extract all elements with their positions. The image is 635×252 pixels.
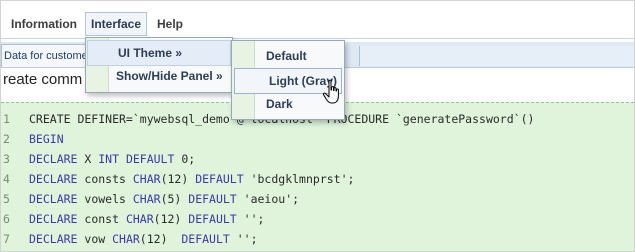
menu-bar: Information Interface Help — [1, 1, 634, 38]
code-editor[interactable]: 1 CREATE DEFINER=`mywebsql_demo`@`localho… — [1, 102, 634, 251]
line-number: 6 — [3, 212, 10, 226]
sql-keyword: BEGIN — [29, 132, 64, 146]
menu-help[interactable]: Help — [153, 13, 187, 35]
sql-text: (5) — [160, 192, 189, 206]
menu-item-label: Dark — [266, 97, 293, 111]
menu-item-label: Show/Hide Panel » — [116, 69, 223, 83]
sql-keyword: CHAR — [112, 232, 140, 246]
line-number: 3 — [3, 152, 10, 166]
sql-text: 'bcdgklmnprst'; — [243, 172, 355, 186]
sql-text: 0; — [174, 152, 196, 166]
sql-keyword: DECLARE — [29, 152, 78, 166]
sql-text: consts — [77, 172, 133, 186]
sql-text: vow — [77, 232, 113, 246]
app-window: Information Interface Help Data for cust… — [0, 0, 635, 252]
sql-text: 'aeiou'; — [236, 192, 300, 206]
sql-keyword: CHAR — [125, 212, 154, 226]
code-line: 7 DECLARE vow CHAR(12) DEFAULT ''; — [1, 229, 258, 249]
line-number: 5 — [3, 192, 10, 206]
code-line: 6 DECLARE const CHAR(12) DEFAULT ''; — [1, 209, 264, 229]
sql-text: X — [77, 152, 99, 166]
sql-keyword: DEFAULT — [188, 212, 237, 226]
menu-interface[interactable]: Interface — [85, 12, 148, 36]
interface-dropdown-menu: UI Theme » Show/Hide Panel » — [85, 37, 233, 93]
sql-keyword: INT DEFAULT — [98, 152, 175, 166]
menu-item-show-hide-panel[interactable]: Show/Hide Panel » — [86, 64, 230, 88]
line-number: 2 — [3, 132, 10, 146]
sql-keyword: DECLARE — [29, 192, 78, 206]
hand-pointer-icon — [322, 79, 339, 104]
menu-information[interactable]: Information — [7, 13, 81, 35]
sql-keyword: DECLARE — [29, 212, 78, 226]
menu-item-theme-default[interactable]: Default — [232, 44, 342, 68]
sql-text: vowels — [77, 192, 133, 206]
page-heading: reate comm — [3, 71, 83, 88]
menu-item-ui-theme[interactable]: UI Theme » — [87, 40, 231, 66]
code-line: 2 BEGIN — [1, 129, 64, 149]
code-line: 3 DECLARE X INT DEFAULT 0; — [1, 149, 195, 169]
sql-keyword: DECLARE — [29, 172, 78, 186]
tab-data-for-customer[interactable]: Data for customer — [1, 44, 99, 67]
menu-item-label: UI Theme » — [118, 46, 183, 60]
sql-keyword: CHAR — [132, 192, 161, 206]
line-number: 7 — [3, 232, 10, 246]
line-number: 4 — [3, 172, 10, 186]
tab-strip-filler — [359, 46, 634, 66]
line-number: 1 — [3, 112, 10, 126]
sql-text: (12) — [139, 232, 182, 246]
sql-keyword: DEFAULT — [188, 192, 237, 206]
sql-keyword: DEFAULT — [181, 232, 230, 246]
sql-text: const — [77, 212, 126, 226]
sql-keyword: DEFAULT — [195, 172, 244, 186]
sql-keyword: DECLARE — [29, 232, 78, 246]
sql-text: ''; — [229, 232, 258, 246]
sql-keyword: CHAR — [132, 172, 161, 186]
code-line: 5 DECLARE vowels CHAR(5) DEFAULT 'aeiou'; — [1, 189, 299, 209]
menu-item-label: Default — [266, 49, 307, 63]
sql-text: (12) — [160, 172, 196, 186]
code-line: 4 DECLARE consts CHAR(12) DEFAULT 'bcdgkl… — [1, 169, 354, 189]
sql-text: (12) — [153, 212, 189, 226]
sql-text: ''; — [236, 212, 265, 226]
